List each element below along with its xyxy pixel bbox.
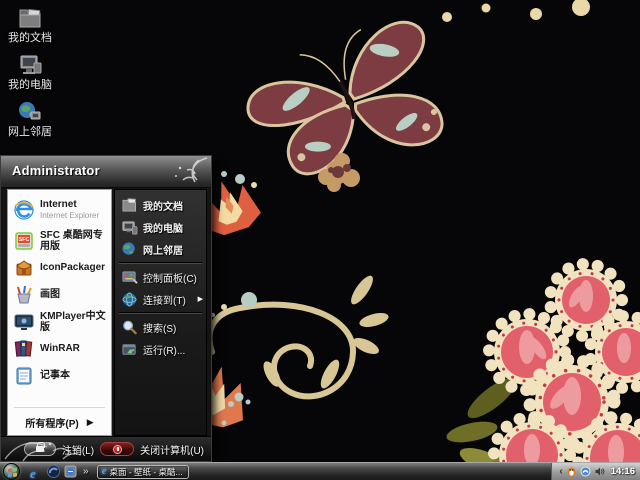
connect-to-icon — [122, 291, 137, 307]
ie-quicklaunch-icon[interactable]: e — [30, 465, 43, 480]
menu-item-label: 画图 — [40, 289, 60, 300]
menu-item-label: 连接到(T) — [143, 295, 186, 307]
dots-top-right — [442, 0, 590, 22]
windows-flag-icon — [8, 467, 17, 478]
right-panel-separator — [119, 312, 202, 314]
menu-item-kmplayer[interactable]: KMPlayer中文版 — [10, 308, 109, 335]
menu-item-label: SFC 桌酷网专用版 — [40, 229, 103, 252]
menu-item-label: WinRAR — [40, 343, 80, 354]
menu-item-control-panel[interactable]: 控制面板(C) — [115, 266, 206, 288]
desktop-icon-network-places[interactable]: 网上邻居 — [0, 100, 60, 138]
sfc-app-icon: SFC — [15, 231, 33, 250]
internet-explorer-icon — [14, 200, 34, 220]
desktop-icon-my-computer[interactable]: 我的电脑 — [0, 53, 60, 91]
lock-icon — [35, 442, 45, 452]
my-computer-icon — [20, 55, 42, 74]
menu-item-winrar[interactable]: WinRAR — [10, 335, 109, 362]
system-tray: ‹ 14:16 — [551, 462, 640, 480]
submenu-arrow-icon: ▶ — [197, 296, 203, 303]
start-menu-right-panel: 我的文档 我的电脑 网上邻居 控制面板(C) 连接到(T) ▶ 搜索(S) 运行… — [114, 189, 207, 436]
network-places-icon — [19, 102, 41, 120]
desktop-icon-label: 网上邻居 — [8, 126, 52, 138]
menu-item-label: 记事本 — [40, 370, 70, 381]
messenger-tray-icon[interactable] — [580, 466, 591, 477]
menu-item-run[interactable]: 运行(R)... — [115, 338, 206, 360]
swirl-art — [206, 275, 389, 400]
menu-item-label: 搜索(S) — [143, 323, 177, 335]
menu-item-internet[interactable]: Internet Internet Explorer — [10, 193, 109, 227]
iconpackager-icon — [16, 259, 32, 275]
all-programs-label: 所有程序(P) — [25, 418, 79, 430]
start-button[interactable] — [3, 463, 20, 480]
svg-text:SFC: SFC — [19, 237, 30, 243]
my-computer-icon — [122, 220, 138, 234]
menu-item-label: KMPlayer中文版 — [40, 310, 106, 333]
menu-item-sublabel: Internet Explorer — [40, 211, 100, 220]
menu-item-sfc[interactable]: SFC SFC 桌酷网专用版 — [10, 227, 109, 254]
start-menu: Administrator Internet Internet Explorer — [0, 155, 212, 462]
menu-item-connect-to[interactable]: 连接到(T) ▶ — [115, 288, 206, 310]
start-menu-body: Internet Internet Explorer SFC SFC 桌酷网专用… — [1, 188, 211, 436]
volume-tray-icon[interactable] — [594, 466, 605, 477]
paint-icon — [17, 285, 32, 303]
menu-item-label: 控制面板(C) — [143, 273, 197, 285]
menu-item-label: IconPackager — [40, 262, 106, 273]
desktop-icon-my-documents[interactable]: 我的文档 — [0, 6, 60, 44]
header-floral-decoration-icon — [175, 157, 208, 183]
quicklaunch-overflow-chevron-icon[interactable]: » — [83, 466, 89, 477]
desktop-icon-label: 我的电脑 — [8, 79, 52, 91]
clock[interactable]: 14:16 — [611, 466, 635, 477]
menu-item-my-computer[interactable]: 我的电脑 — [115, 216, 206, 238]
all-programs-arrow-icon: ▶ — [86, 416, 94, 427]
ie-icon: e — [101, 465, 107, 477]
menu-item-network-places[interactable]: 网上邻居 — [115, 238, 206, 260]
shut-down-button[interactable] — [100, 442, 135, 456]
browser-quicklaunch-icon[interactable] — [64, 465, 77, 478]
power-icon — [112, 444, 122, 454]
desktop-icon-label: 我的文档 — [8, 32, 52, 44]
pink-flower-art — [483, 258, 640, 480]
shut-down-label[interactable]: 关闭计算机(U) — [140, 442, 204, 457]
left-panel-separator — [14, 407, 105, 408]
task-button-label: 桌面 - 壁纸 - 桌酷... — [109, 466, 183, 477]
bottom-bar-floral-decoration-icon — [4, 442, 82, 462]
start-menu-bottom-bar: 注销(L) 关闭计算机(U) — [1, 436, 211, 462]
menu-item-label: Internet — [40, 199, 77, 210]
winrar-icon — [14, 340, 33, 357]
right-panel-separator — [119, 262, 202, 264]
start-menu-header: Administrator — [1, 156, 211, 188]
my-documents-icon — [19, 8, 41, 28]
menu-item-label: 我的电脑 — [143, 223, 183, 235]
network-places-icon — [122, 241, 135, 255]
start-menu-left-panel: Internet Internet Explorer SFC SFC 桌酷网专用… — [7, 189, 112, 436]
menu-item-iconpackager[interactable]: IconPackager — [10, 254, 109, 281]
menu-item-label: 网上邻居 — [143, 245, 183, 257]
search-icon — [123, 320, 137, 334]
menu-item-my-documents[interactable]: 我的文档 — [115, 194, 206, 216]
notepad-icon — [16, 367, 32, 384]
menu-item-notepad[interactable]: 记事本 — [10, 362, 109, 389]
media-player-quicklaunch-icon[interactable] — [47, 465, 60, 478]
user-name: Administrator — [12, 163, 100, 178]
control-panel-icon — [122, 270, 138, 284]
menu-item-search[interactable]: 搜索(S) — [115, 316, 206, 338]
menu-item-paint[interactable]: 画图 — [10, 281, 109, 308]
tray-collapse-chevron-icon[interactable]: ‹ — [559, 466, 562, 477]
my-documents-icon — [122, 197, 137, 212]
run-icon — [122, 343, 136, 355]
taskbar: e » e 桌面 - 壁纸 - 桌酷... ‹ 14:16 — [0, 462, 640, 480]
all-programs-button[interactable]: 所有程序(P) ▶ — [10, 411, 109, 433]
quick-launch-bar: e » — [30, 465, 89, 480]
menu-item-label: 运行(R)... — [143, 345, 186, 357]
menu-item-label: 我的文档 — [143, 201, 183, 213]
task-button-desktop-wallpaper[interactable]: e 桌面 - 壁纸 - 桌酷... — [96, 464, 189, 479]
kmplayer-icon — [14, 314, 34, 330]
qq-messenger-tray-icon[interactable] — [566, 466, 577, 477]
